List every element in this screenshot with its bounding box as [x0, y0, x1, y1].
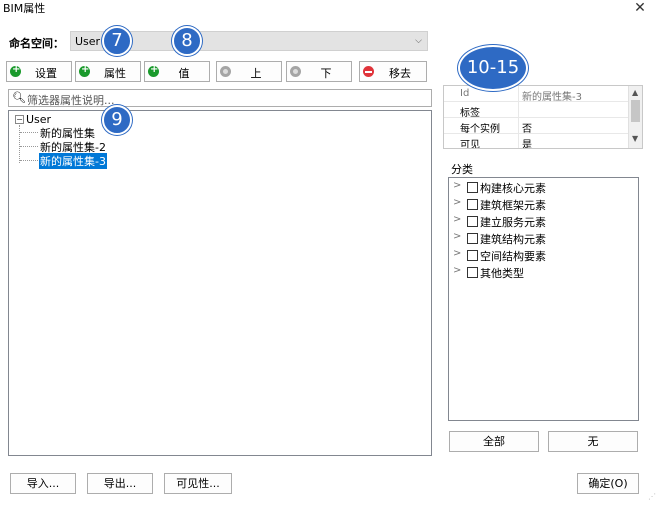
move-up-icon [220, 66, 231, 77]
category-checkbox[interactable] [467, 233, 478, 244]
category-item-label: 其他类型 [480, 267, 524, 280]
annotation-badge: 9 [102, 105, 132, 135]
category-checkbox[interactable] [467, 250, 478, 261]
property-set-tree[interactable]: − User 新的属性集 新的属性集-2 新的属性集-3 [8, 110, 432, 456]
visibility-button[interactable]: 可见性... [164, 473, 232, 494]
category-item-label: 空间结构要素 [480, 250, 546, 263]
collapse-icon[interactable]: − [15, 115, 24, 124]
category-item-label: 建筑框架元素 [480, 199, 546, 212]
chevron-right-icon[interactable]: > [453, 180, 461, 191]
add-icon [10, 64, 21, 77]
chevron-right-icon[interactable]: > [453, 197, 461, 208]
category-tree[interactable]: > 构建核心元素 > 建筑框架元素 > 建立服务元素 > 建筑结构元素 > 空间… [448, 177, 639, 421]
add-property-button[interactable]: 属性 [75, 61, 141, 82]
resize-grip-icon[interactable]: ⋰ [648, 492, 658, 502]
scroll-up-icon[interactable]: ▲ [632, 88, 638, 97]
search-icon: 🔍︎ [12, 91, 26, 104]
close-icon[interactable]: ✕ [632, 0, 648, 16]
category-checkbox[interactable] [467, 267, 478, 278]
category-label: 分类 [451, 163, 473, 176]
tree-connector [20, 132, 38, 133]
chevron-right-icon[interactable]: > [453, 265, 461, 276]
category-checkbox[interactable] [467, 182, 478, 193]
settings-button[interactable]: 设置 [6, 61, 72, 82]
property-key: 标签 [460, 108, 480, 119]
namespace-label: 命名空间： [9, 37, 64, 50]
annotation-badge: 7 [102, 26, 132, 56]
annotation-badge: 8 [172, 26, 202, 56]
tree-connector [19, 125, 20, 163]
select-none-button[interactable]: 无 [548, 431, 638, 452]
window-title: BIM属性 [3, 2, 46, 15]
add-value-button-label: 值 [178, 67, 190, 80]
chevron-down-icon: ⌵ [415, 36, 422, 46]
select-all-button[interactable]: 全部 [449, 431, 539, 452]
property-row-visible[interactable]: 可见 是 [444, 134, 630, 149]
tree-item-property-set-selected[interactable]: 新的属性集-3 [39, 153, 107, 169]
scroll-down-icon[interactable]: ▼ [632, 134, 638, 143]
chevron-right-icon[interactable]: > [453, 214, 461, 225]
category-item-label: 建筑结构元素 [480, 233, 546, 246]
namespace-value: User [75, 35, 101, 48]
property-key: Id [460, 88, 470, 99]
category-checkbox[interactable] [467, 199, 478, 210]
ok-button[interactable]: 确定(O) [577, 473, 639, 494]
property-row-id[interactable]: Id 新的属性集-3 [444, 86, 630, 103]
move-down-button-label: 下 [320, 67, 332, 80]
property-value: 新的属性集-3 [522, 92, 582, 103]
category-item-label: 建立服务元素 [480, 216, 546, 229]
property-key: 可见 [460, 140, 480, 149]
remove-icon [363, 66, 374, 77]
import-button[interactable]: 导入... [10, 473, 76, 494]
category-checkbox[interactable] [467, 216, 478, 227]
search-placeholder: 筛选器属性说明... [27, 94, 115, 107]
tree-connector [20, 146, 38, 147]
property-value[interactable]: 是 [522, 136, 532, 148]
annotation-badge: 10-15 [458, 45, 528, 91]
property-grid[interactable]: Id 新的属性集-3 标签 每个实例 否 可见 是 ▲ ▼ [443, 85, 643, 149]
export-button[interactable]: 导出... [87, 473, 153, 494]
add-value-button[interactable]: 值 [144, 61, 210, 82]
scrollbar-thumb[interactable] [631, 100, 640, 122]
category-item-label: 构建核心元素 [480, 182, 546, 195]
property-value[interactable]: 否 [522, 120, 532, 135]
property-row-label[interactable]: 标签 [444, 102, 630, 119]
move-down-icon [290, 66, 301, 77]
remove-button[interactable]: 移去 [359, 61, 427, 82]
settings-button-label: 设置 [35, 67, 57, 80]
filter-search-input[interactable]: 🔍︎ 筛选器属性说明... [8, 89, 432, 107]
remove-button-label: 移去 [389, 67, 411, 80]
property-key: 每个实例 [460, 124, 500, 135]
move-down-button[interactable]: 下 [286, 61, 352, 82]
add-icon [148, 64, 159, 77]
property-grid-scrollbar[interactable]: ▲ ▼ [628, 86, 642, 148]
move-up-button[interactable]: 上 [216, 61, 282, 82]
move-up-button-label: 上 [250, 67, 262, 80]
tree-connector [20, 160, 38, 161]
add-icon [79, 64, 90, 77]
chevron-right-icon[interactable]: > [453, 231, 461, 242]
property-row-per-instance[interactable]: 每个实例 否 [444, 118, 630, 135]
add-property-button-label: 属性 [104, 67, 126, 80]
chevron-right-icon[interactable]: > [453, 248, 461, 259]
